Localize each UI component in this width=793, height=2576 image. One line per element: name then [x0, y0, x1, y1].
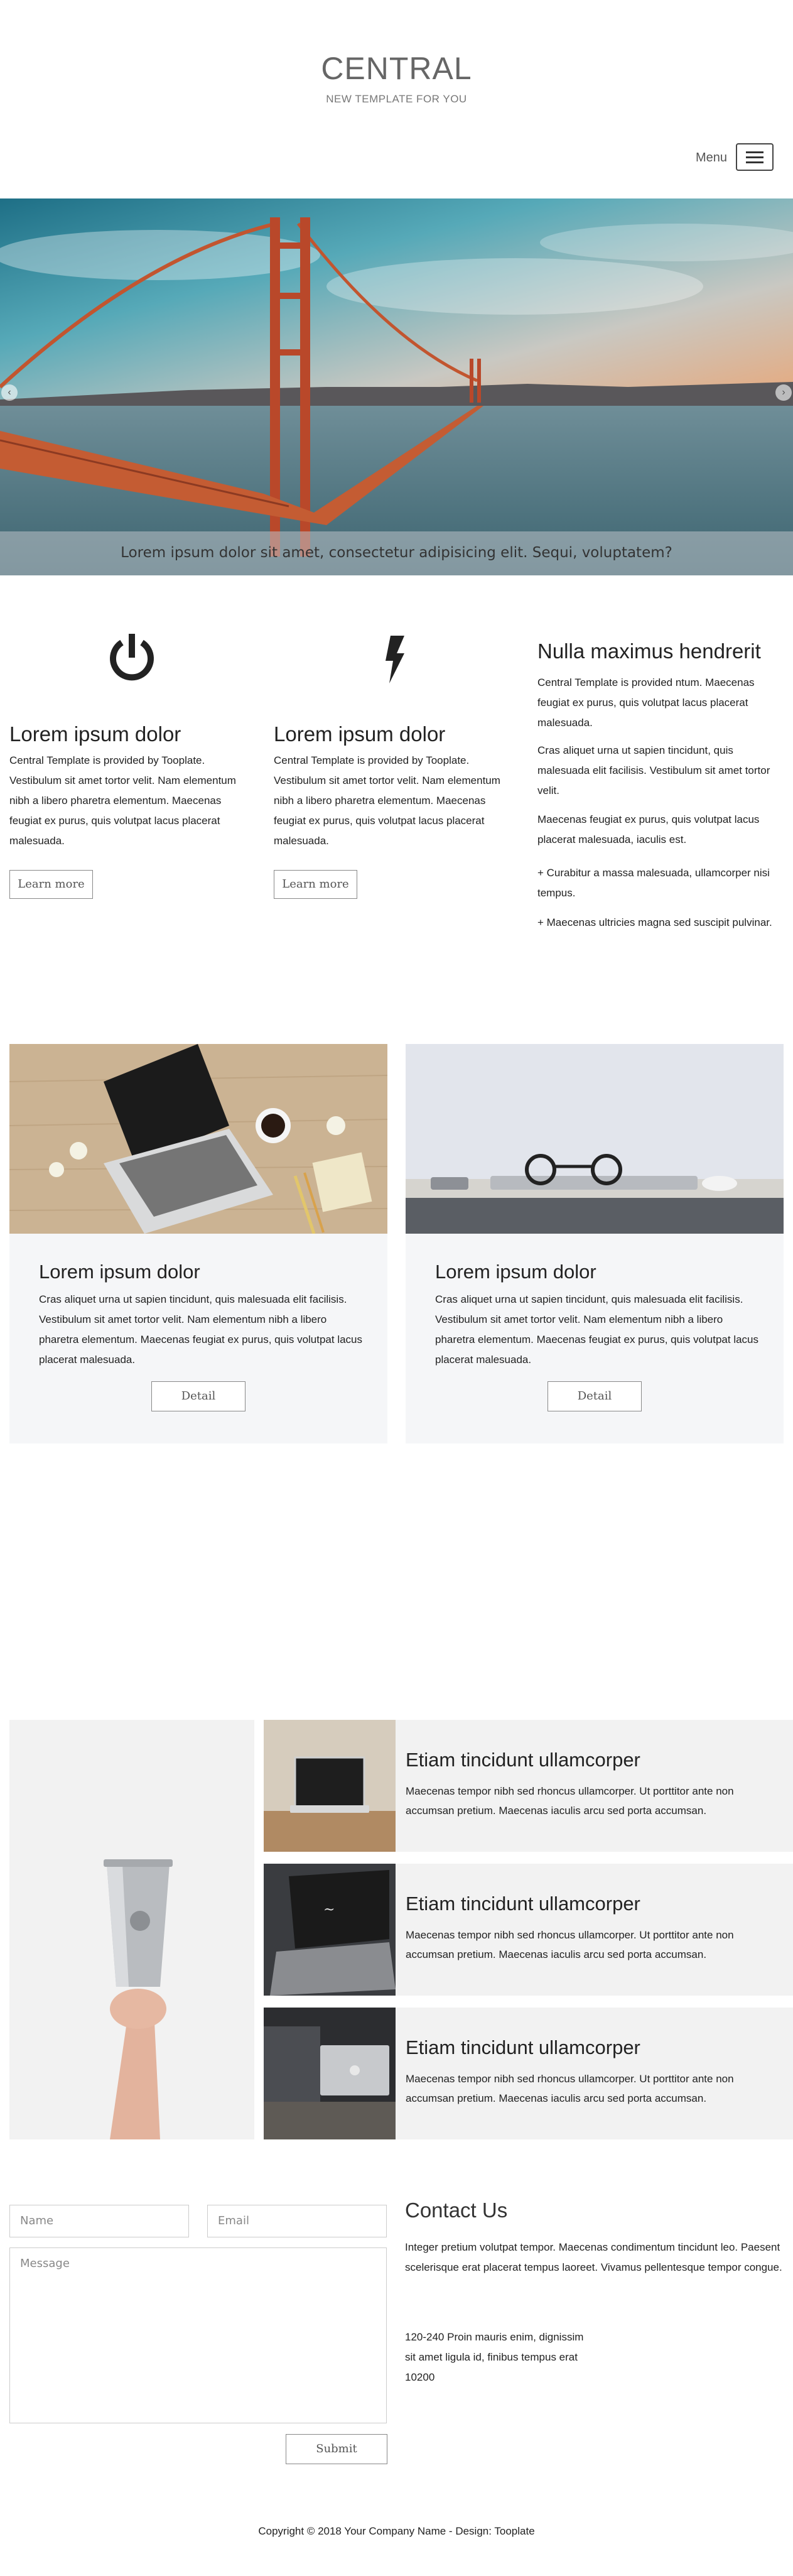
product-title: Etiam tincidunt ullamcorper — [406, 1893, 640, 1915]
product-thumbnail-laptop — [264, 1720, 396, 1852]
card-text: Cras aliquet urna ut sapien tincidunt, q… — [39, 1293, 363, 1366]
power-icon — [107, 631, 157, 682]
card-image-glasses-laptop — [406, 1044, 784, 1234]
detail-button[interactable]: Detail — [151, 1381, 245, 1411]
card-text: Cras aliquet urna ut sapien tincidunt, q… — [435, 1293, 759, 1366]
contact-text: Integer pretium volutpat tempor. Maecena… — [405, 2241, 782, 2273]
feature-text: Central Template is provided by Tooplate… — [274, 754, 500, 847]
card: Lorem ipsum dolor Cras aliquet urna ut s… — [9, 1044, 387, 1443]
product-title: Etiam tincidunt ullamcorper — [406, 1749, 640, 1771]
carousel-prev-button[interactable]: ‹ — [1, 384, 18, 401]
product-row[interactable]: Etiam tincidunt ullamcorper Maecenas tem… — [264, 2008, 793, 2139]
product-text: Maecenas tempor nibh sed rhoncus ullamco… — [406, 1929, 734, 1960]
chevron-right-icon: › — [782, 387, 785, 398]
product-thumbnail-macbook — [264, 2008, 396, 2139]
hamburger-icon — [746, 151, 763, 153]
hand-holding-cup-image — [9, 1720, 254, 2139]
card: Lorem ipsum dolor Cras aliquet urna ut s… — [406, 1044, 784, 1443]
product-row[interactable]: ~ Etiam tincidunt ullamcorper Maecenas t… — [264, 1864, 793, 1996]
svg-text:~: ~ — [323, 1902, 335, 1918]
product-row[interactable]: Etiam tincidunt ullamcorper Maecenas tem… — [264, 1720, 793, 1852]
address-line: sit amet ligula id, finibus tempus erat — [405, 2351, 578, 2363]
product-text: Maecenas tempor nibh sed rhoncus ullamco… — [406, 1785, 734, 1817]
side-paragraph: + Maecenas ultricies magna sed suscipit … — [537, 916, 772, 928]
address-line: 10200 — [405, 2371, 435, 2383]
footer-copyright: Copyright © 2018 Your Company Name - Des… — [258, 2525, 535, 2537]
learn-more-button[interactable]: Learn more — [9, 870, 93, 899]
side-paragraph: Central Template is provided ntum. Maece… — [537, 677, 755, 729]
email-field[interactable]: Email — [207, 2205, 387, 2237]
card-title: Lorem ipsum dolor — [435, 1261, 596, 1283]
product-feature-image — [9, 1720, 254, 2139]
name-field[interactable]: Name — [9, 2205, 189, 2237]
feature-title: Lorem ipsum dolor — [9, 722, 181, 746]
feature-text: Central Template is provided by Tooplate… — [9, 754, 236, 847]
product-text: Maecenas tempor nibh sed rhoncus ullamco… — [406, 2073, 734, 2104]
hero-image-golden-gate — [0, 198, 793, 575]
hero-caption: Lorem ipsum dolor sit amet, consectetur … — [121, 545, 672, 561]
carousel-next-button[interactable]: › — [775, 384, 792, 401]
contact-title: Contact Us — [405, 2198, 508, 2222]
lightning-icon — [370, 634, 421, 685]
site-brand[interactable]: CENTRAL — [0, 50, 793, 87]
menu-label: Menu — [696, 151, 728, 165]
chevron-left-icon: ‹ — [8, 387, 11, 398]
hero-carousel[interactable] — [0, 198, 793, 575]
card-image-laptop-desk — [9, 1044, 387, 1234]
message-field[interactable]: Message — [9, 2247, 387, 2423]
product-thumbnail-laptop-dark: ~ — [264, 1864, 396, 1996]
detail-button[interactable]: Detail — [548, 1381, 642, 1411]
learn-more-button[interactable]: Learn more — [274, 870, 357, 899]
card-title: Lorem ipsum dolor — [39, 1261, 200, 1283]
side-title: Nulla maximus hendrerit — [537, 639, 761, 663]
address-line: 120-240 Proin mauris enim, dignissim — [405, 2331, 584, 2343]
product-title: Etiam tincidunt ullamcorper — [406, 2036, 640, 2058]
submit-button[interactable]: Submit — [286, 2434, 387, 2464]
menu-toggle-button[interactable] — [736, 143, 774, 171]
side-paragraph: Cras aliquet urna ut sapien tincidunt, q… — [537, 744, 770, 796]
side-paragraph: + Curabitur a massa malesuada, ullamcorp… — [537, 867, 770, 899]
feature-title: Lorem ipsum dolor — [274, 722, 446, 746]
site-tagline: NEW TEMPLATE FOR YOU — [326, 93, 467, 105]
side-paragraph: Maecenas feugiat ex purus, quis volutpat… — [537, 813, 760, 845]
